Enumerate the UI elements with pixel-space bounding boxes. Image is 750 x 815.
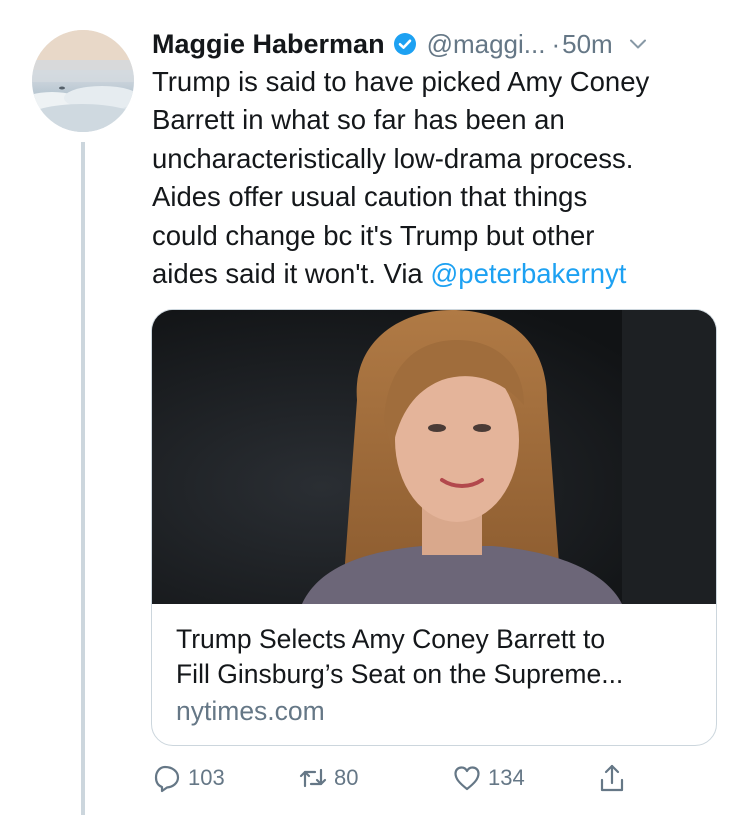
tweet-text: Trump is said to have picked Amy Coney B…	[152, 63, 732, 293]
thread-line	[81, 142, 85, 815]
reply-icon	[154, 765, 180, 793]
tweet-text-line: uncharacteristically low-drama process.	[152, 142, 634, 174]
share-icon	[600, 764, 624, 792]
reply-button[interactable]: 103	[152, 762, 225, 794]
verified-badge-icon	[393, 33, 416, 55]
card-title-line: Trump Selects Amy Coney Barrett to	[176, 624, 606, 654]
card-domain: nytimes.com	[176, 696, 325, 726]
tweet-actions: 103 80 134	[152, 762, 652, 794]
card-title-line: Fill Ginsburg’s Seat on the Supreme...	[176, 659, 624, 689]
card-image[interactable]	[152, 310, 716, 604]
chevron-down-icon[interactable]	[627, 33, 649, 55]
tweet-time[interactable]: 50m	[562, 29, 613, 60]
heart-icon	[454, 766, 480, 791]
author-name[interactable]: Maggie Haberman	[152, 29, 385, 60]
retweet-icon	[299, 768, 327, 788]
tweet-text-segment: aides said it won't. Via	[152, 258, 431, 290]
reply-count: 103	[188, 765, 225, 790]
tweet-text-line: could change bc it's Trump but other	[152, 219, 595, 251]
like-count: 134	[488, 765, 525, 790]
mention-link[interactable]: @peterbakernyt	[430, 258, 626, 289]
avatar[interactable]	[32, 30, 134, 132]
share-button[interactable]	[597, 762, 627, 794]
tweet-text-line: Barrett in what so far has been an	[152, 104, 565, 136]
tweet-header: Maggie Haberman @maggi... · 50m	[152, 26, 649, 62]
retweet-button[interactable]: 80	[298, 762, 358, 794]
retweet-count: 80	[334, 765, 359, 790]
card-title: Trump Selects Amy Coney Barrett to Fill …	[176, 622, 706, 692]
link-card[interactable]: Trump Selects Amy Coney Barrett to Fill …	[151, 309, 717, 746]
tweet-text-last-line: aides said it won't. Via @peterbakernyt	[152, 255, 732, 293]
separator-dot: ·	[551, 28, 561, 59]
tweet-text-line: Trump is said to have picked Amy Coney	[152, 66, 650, 97]
tweet-text-line: Aides offer usual caution that things	[152, 181, 588, 213]
like-button[interactable]: 134	[452, 762, 525, 794]
author-handle[interactable]: @maggi...	[427, 29, 546, 60]
